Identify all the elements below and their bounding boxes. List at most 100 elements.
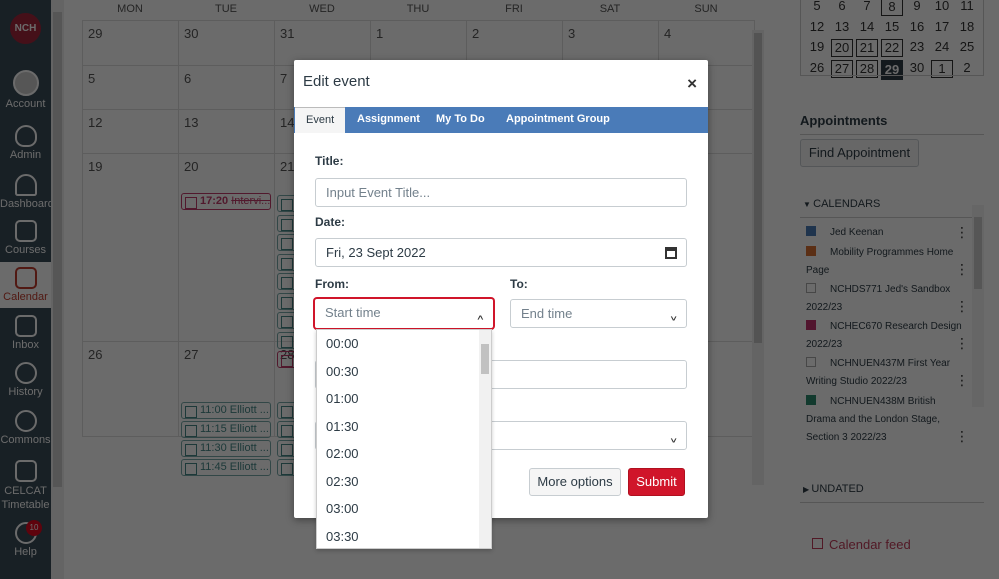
- calendar-color-swatch[interactable]: [806, 283, 816, 293]
- tab-appointment-group[interactable]: Appointment Group: [506, 107, 610, 133]
- institution-logo[interactable]: NCH: [10, 13, 41, 44]
- day-cell[interactable]: 26: [82, 341, 179, 437]
- day-cell[interactable]: 6: [178, 65, 275, 110]
- calendar-list-item[interactable]: Jed Keenan: [806, 224, 964, 242]
- calendar-event[interactable]: 11:45 Elliott ...: [181, 459, 271, 476]
- calendar-icon: [812, 538, 823, 549]
- nav-celcat[interactable]: CELCAT Timetable: [0, 460, 51, 512]
- date-value: Fri, 23 Sept 2022: [326, 245, 426, 260]
- kebab-menu-icon[interactable]: ⋮: [955, 335, 969, 352]
- help-badge: 10: [26, 520, 42, 536]
- day-cell[interactable]: 12: [82, 109, 179, 154]
- calendar-list-item[interactable]: NCHNUEN438M British Drama and the London…: [806, 393, 964, 447]
- clock-icon: [14, 362, 37, 384]
- kebab-menu-icon[interactable]: ⋮: [955, 224, 969, 241]
- start-time-dropdown: 00:00 00:30 01:00 01:30 02:00 02:30 03:00 03:30: [316, 329, 492, 549]
- nav-label: Admin: [9, 149, 42, 161]
- nav-inbox[interactable]: Inbox: [0, 315, 51, 351]
- calendar-color-swatch[interactable]: [806, 320, 816, 330]
- day-cell[interactable]: 5: [82, 65, 179, 110]
- calendar-list-item[interactable]: NCHDS771 Jed's Sandbox 2022/23: [806, 281, 964, 317]
- time-option[interactable]: 00:00: [317, 330, 481, 357]
- day-cell[interactable]: 13: [178, 109, 275, 154]
- kebab-menu-icon[interactable]: ⋮: [955, 261, 969, 278]
- calendar-name: Mobility Programmes Home Page: [806, 247, 954, 276]
- start-time-select[interactable]: Start time ∨: [314, 298, 494, 329]
- shield-icon: [14, 125, 37, 147]
- calendar-event[interactable]: 11:15 Elliott ...: [181, 421, 271, 438]
- time-option[interactable]: 01:00: [317, 385, 481, 412]
- nav-dashboard[interactable]: Dashboard: [0, 174, 54, 210]
- day-cell[interactable]: 19: [82, 153, 179, 342]
- time-option[interactable]: 00:30: [317, 358, 481, 385]
- chevron-down-icon: ∨: [669, 314, 678, 323]
- kebab-menu-icon[interactable]: ⋮: [955, 298, 969, 315]
- calendar-event[interactable]: 17:20 Intervi...: [181, 193, 271, 210]
- page-scrollbar[interactable]: [51, 0, 64, 579]
- date-input[interactable]: Fri, 23 Sept 2022: [315, 238, 687, 267]
- time-option[interactable]: 03:30: [317, 523, 481, 549]
- calendars-scrollbar[interactable]: [972, 205, 984, 407]
- calendar-icon: [14, 267, 37, 289]
- dashboard-icon: [14, 174, 37, 196]
- event-title: Elliott ...: [229, 404, 269, 416]
- undated-toggle[interactable]: ▶ UNDATED: [803, 483, 864, 495]
- calendar-name: NCHNUEN438M British Drama and the London…: [806, 396, 940, 443]
- kebab-menu-icon[interactable]: ⋮: [955, 372, 969, 389]
- tab-my-to-do[interactable]: My To Do: [436, 107, 485, 133]
- calendar-color-swatch[interactable]: [806, 357, 816, 367]
- calendar-name: NCHNUEN437M First Year Writing Studio 20…: [806, 358, 951, 387]
- global-nav: NCH Account Admin Dashboard Courses Cale…: [0, 0, 54, 579]
- calendar-event[interactable]: 11:30 Elliott ...: [181, 440, 271, 457]
- nav-commons[interactable]: Commons: [0, 410, 51, 446]
- calendar-scrollbar[interactable]: [752, 30, 764, 485]
- day-cell[interactable]: 20: [178, 153, 275, 342]
- day-cell[interactable]: 30: [178, 20, 275, 66]
- event-title: Elliott ...: [229, 423, 269, 435]
- calendar-list-item[interactable]: NCHNUEN437M First Year Writing Studio 20…: [806, 355, 964, 391]
- time-option[interactable]: 01:30: [317, 413, 481, 440]
- calendar-color-swatch[interactable]: [806, 395, 816, 405]
- submit-button[interactable]: Submit: [628, 468, 685, 496]
- calendar-list-item[interactable]: NCHEC670 Research Design 2022/23: [806, 318, 964, 354]
- event-title: Elliott ...: [229, 442, 269, 454]
- avatar: [12, 70, 39, 96]
- close-icon[interactable]: ×: [687, 74, 697, 94]
- time-option[interactable]: 03:00: [317, 495, 481, 522]
- tab-assignment[interactable]: Assignment: [357, 107, 420, 133]
- day-cell[interactable]: 29: [82, 20, 179, 66]
- date-label: Date:: [315, 215, 346, 229]
- time-option[interactable]: 02:30: [317, 468, 481, 495]
- time-option[interactable]: 02:00: [317, 440, 481, 467]
- event-time: 11:45: [200, 461, 227, 473]
- end-time-select[interactable]: End time ∨: [510, 299, 687, 328]
- appointments-heading: Appointments: [800, 113, 888, 128]
- calendar-feed-link[interactable]: Calendar feed: [812, 537, 911, 552]
- calendar-icon[interactable]: [665, 247, 677, 259]
- tab-event[interactable]: Event: [295, 107, 346, 133]
- dialog-title: Edit event: [303, 73, 370, 90]
- calendars-heading: CALENDARS: [813, 198, 881, 210]
- nav-calendar[interactable]: Calendar: [0, 262, 51, 308]
- find-appointment-button[interactable]: Find Appointment: [800, 139, 919, 167]
- title-input[interactable]: Input Event Title...: [315, 178, 687, 207]
- calendar-event[interactable]: 11:00 Elliott ...: [181, 402, 271, 419]
- event-time: 11:00: [200, 404, 227, 416]
- day-header: WED: [309, 3, 335, 15]
- nav-admin[interactable]: Admin: [0, 125, 51, 161]
- nav-history[interactable]: History: [0, 362, 51, 398]
- nav-courses[interactable]: Courses: [0, 220, 51, 256]
- calendars-toggle[interactable]: ▼ CALENDARS: [803, 198, 880, 210]
- more-options-button[interactable]: More options: [529, 468, 621, 496]
- nav-label: History: [8, 386, 43, 398]
- day-header: THU: [406, 3, 430, 15]
- calendar-color-swatch[interactable]: [806, 226, 816, 236]
- day-header: FRI: [505, 3, 523, 15]
- calendar-color-swatch[interactable]: [806, 246, 816, 256]
- title-label: Title:: [315, 154, 344, 168]
- kebab-menu-icon[interactable]: ⋮: [955, 428, 969, 445]
- nav-account[interactable]: Account: [0, 70, 51, 110]
- calendar-list-item[interactable]: Mobility Programmes Home Page: [806, 244, 964, 280]
- calendar-clock-icon: [14, 460, 37, 482]
- nav-label: Help: [14, 546, 37, 558]
